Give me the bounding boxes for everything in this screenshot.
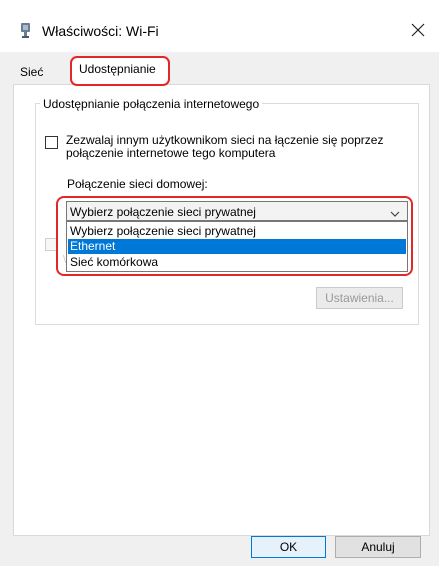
cancel-button[interactable]: Anuluj <box>335 536 421 558</box>
home-connection-dropdown-list: Wybierz połączenie sieci prywatnej Ether… <box>66 221 408 272</box>
home-connection-selected: Wybierz połączenie sieci prywatnej <box>70 205 256 219</box>
tab-network[interactable]: Sieć <box>14 58 68 84</box>
network-adapter-icon <box>20 23 31 38</box>
tab-sharing[interactable]: Udostępnianie <box>70 56 170 86</box>
settings-button[interactable]: Ustawienia... <box>316 287 403 309</box>
tab-network-label: Sieć <box>20 65 44 79</box>
allow-sharing-checkbox[interactable] <box>45 136 58 149</box>
home-connection-combobox[interactable]: Wybierz połączenie sieci prywatnej <box>66 201 408 221</box>
dropdown-option-ethernet[interactable]: Ethernet <box>68 239 406 254</box>
obscured-checkbox <box>45 238 58 251</box>
title-bar: Właściwości: Wi-Fi <box>0 0 439 52</box>
dropdown-option-private[interactable]: Wybierz połączenie sieci prywatnej <box>68 224 406 239</box>
close-icon <box>411 23 425 37</box>
allow-sharing-label[interactable]: Zezwalaj innym użytkownikom sieci na łąc… <box>66 134 386 160</box>
properties-window: Właściwości: Wi-Fi Sieć Udostępnianie Ud… <box>0 0 439 566</box>
sharing-group-title: Udostępnianie połączenia internetowego <box>40 97 263 111</box>
tab-sharing-label: Udostępnianie <box>79 62 156 76</box>
window-title: Właściwości: Wi-Fi <box>42 23 159 39</box>
chevron-down-icon <box>390 207 400 221</box>
home-connection-label: Połączenie sieci domowej: <box>67 177 208 191</box>
close-button[interactable] <box>408 20 428 40</box>
dropdown-option-cellular[interactable]: Sieć komórkowa <box>68 255 406 270</box>
ok-button[interactable]: OK <box>251 536 326 558</box>
